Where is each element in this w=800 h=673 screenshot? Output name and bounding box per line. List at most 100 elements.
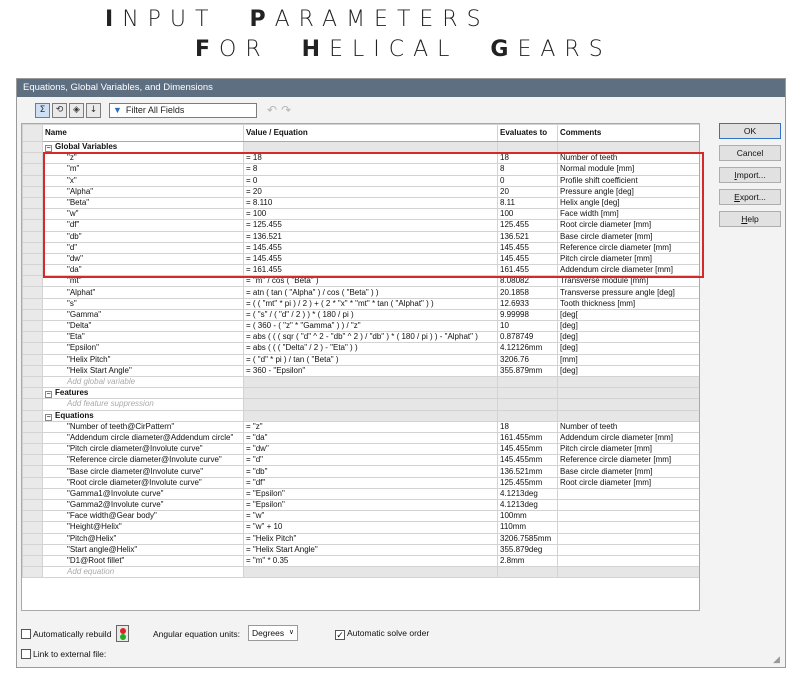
table-row[interactable]: "Alphat" = atn ( tan ( "Alpha" ) / cos ( … — [22, 286, 699, 299]
variable-name[interactable]: "Height@Helix" — [42, 521, 244, 534]
comment[interactable]: Number of teeth — [557, 152, 699, 165]
table-row[interactable]: "mt" = "m" / cos ( "Beta" ) 8.08082 Transve… — [22, 275, 699, 288]
comment[interactable]: Transverse pressure angle [deg] — [557, 286, 699, 299]
variable-name[interactable]: "d" — [42, 241, 244, 254]
variable-name[interactable]: "Alpha" — [42, 185, 244, 198]
comment[interactable]: [deg] — [557, 342, 699, 355]
table-row[interactable]: "Eta" = abs ( ( ( sqr ( "d" ^ 2 - "db" ^ … — [22, 331, 699, 344]
row-selector[interactable] — [22, 196, 43, 210]
variable-name[interactable]: "da" — [42, 264, 244, 277]
row-selector[interactable] — [22, 443, 43, 456]
ordered-view-icon[interactable]: ↓ — [86, 102, 101, 118]
row-selector[interactable] — [22, 543, 43, 556]
add-placeholder[interactable]: Add equation — [42, 566, 244, 579]
value-equation[interactable]: = 360 - "Epsilon" — [243, 364, 498, 377]
value-equation[interactable]: = "w" — [243, 510, 498, 523]
row-selector[interactable] — [22, 510, 43, 523]
variable-name[interactable]: "Addendum circle diameter@Addendum circl… — [42, 431, 244, 445]
value-equation[interactable]: = abs ( ( ( sqr ( "d" ^ 2 - "db" ^ 2 ) /… — [243, 331, 498, 344]
variable-name[interactable]: "x" — [42, 174, 244, 187]
value-equation[interactable]: = 125.455 — [243, 219, 498, 232]
comment[interactable]: Number of teeth — [557, 420, 699, 433]
row-selector[interactable] — [22, 297, 43, 310]
export-button[interactable]: Export... — [719, 189, 781, 205]
table-row[interactable]: "D1@Root fillet" = "m" * 0.35 2.8mm — [22, 554, 699, 568]
table-row[interactable]: "Helix Start Angle" = 360 - "Epsilon" 355.… — [22, 364, 699, 377]
comment[interactable]: [deg] — [557, 364, 699, 377]
row-selector[interactable] — [22, 353, 43, 366]
ok-button[interactable]: OK — [719, 123, 781, 139]
variable-name[interactable]: "Epsilon" — [42, 342, 244, 355]
value-equation[interactable]: = 145.455 — [243, 241, 498, 254]
variable-name[interactable]: "Pitch circle diameter@Involute curve" — [42, 443, 244, 456]
value-equation[interactable]: = 18 — [243, 152, 498, 165]
header-comments[interactable]: Comments — [557, 124, 699, 142]
variable-name[interactable]: "Gamma" — [42, 308, 244, 322]
value-equation[interactable]: = 136.521 — [243, 230, 498, 243]
variable-name[interactable]: "s" — [42, 297, 244, 310]
variable-name[interactable]: "mt" — [42, 275, 244, 288]
variable-name[interactable]: "Delta" — [42, 319, 244, 333]
row-selector[interactable] — [22, 532, 43, 545]
row-selector[interactable] — [22, 331, 43, 344]
add-row[interactable]: Add global variable — [22, 375, 699, 389]
comment[interactable] — [557, 510, 699, 523]
filter-field[interactable]: ▼ Filter All Fields — [109, 102, 257, 118]
link-external-option[interactable]: Link to external file: — [21, 649, 106, 659]
variable-name[interactable]: "Number of teeth@CirPattern" — [42, 420, 244, 433]
variable-name[interactable]: "Alphat" — [42, 286, 244, 299]
table-row[interactable]: "Pitch@Helix" = "Helix Pitch" 3206.7585mm — [22, 532, 699, 545]
section-row-equations[interactable]: − Equations — [22, 409, 699, 422]
comment[interactable]: Base circle diameter [mm] — [557, 230, 699, 243]
add-row[interactable]: Add feature suppression — [22, 398, 699, 411]
value-equation[interactable]: = "db" — [243, 465, 498, 478]
collapse-icon[interactable]: − — [45, 413, 52, 421]
variable-name[interactable]: "db" — [42, 230, 244, 243]
comment[interactable]: Transverse module [mm] — [557, 275, 699, 288]
header-name[interactable]: Name — [42, 124, 244, 142]
row-selector[interactable] — [22, 264, 43, 277]
auto-solve-option[interactable]: ✓ Automatic solve order — [335, 628, 429, 640]
table-row[interactable]: "Gamma1@Involute curve" = "Epsilon" 4.1213… — [22, 487, 699, 501]
value-equation[interactable]: = ( "d" * pi ) / tan ( "Beta" ) — [243, 353, 498, 366]
comment[interactable]: Reference circle diameter [mm] — [557, 241, 699, 254]
value-equation[interactable]: = ( ( "mt" * pi ) / 2 ) + ( 2 * "x" * "m… — [243, 297, 498, 310]
auto-rebuild-option[interactable]: Automatically rebuild — [21, 629, 111, 639]
table-row[interactable]: "s" = ( ( "mt" * pi ) / 2 ) + ( 2 * "x" *… — [22, 297, 699, 310]
row-selector[interactable] — [22, 174, 43, 187]
auto-solve-checkbox[interactable]: ✓ — [335, 630, 345, 640]
comment[interactable]: Profile shift coefficient — [557, 174, 699, 187]
equation-view-icon[interactable]: Σ — [35, 102, 50, 118]
add-placeholder[interactable]: Add global variable — [42, 375, 244, 389]
comment[interactable]: Face width [mm] — [557, 208, 699, 221]
variable-name[interactable]: "Helix Start Angle" — [42, 364, 244, 377]
row-selector[interactable] — [22, 431, 43, 445]
value-equation[interactable]: = 100 — [243, 208, 498, 221]
comment[interactable]: Reference circle diameter [mm] — [557, 454, 699, 467]
variable-name[interactable]: "Gamma1@Involute curve" — [42, 487, 244, 501]
comment[interactable]: [deg] — [557, 331, 699, 344]
table-row[interactable]: "Face width@Gear body" = "w" 100mm — [22, 510, 699, 523]
row-selector[interactable] — [22, 498, 43, 512]
variable-name[interactable]: "dw" — [42, 252, 244, 266]
comment[interactable]: Addendum circle diameter [mm] — [557, 431, 699, 445]
header-evaluates[interactable]: Evaluates to — [497, 124, 558, 142]
value-equation[interactable]: = atn ( tan ( "Alpha" ) / cos ( "Beta" )… — [243, 286, 498, 299]
row-selector[interactable] — [22, 342, 43, 355]
row-selector[interactable] — [22, 185, 43, 198]
value-equation[interactable]: = "w" + 10 — [243, 521, 498, 534]
table-row[interactable]: "Height@Helix" = "w" + 10 110mm — [22, 521, 699, 534]
value-equation[interactable]: = "Helix Pitch" — [243, 532, 498, 545]
row-selector[interactable] — [22, 487, 43, 501]
row-selector[interactable] — [22, 465, 43, 478]
comment[interactable] — [557, 498, 699, 512]
dimension-view-icon[interactable]: ◈ — [69, 102, 84, 118]
row-selector[interactable] — [22, 454, 43, 467]
table-row[interactable]: "Reference circle diameter@Involute curv… — [22, 454, 699, 467]
section-title[interactable]: − Features — [42, 387, 244, 400]
comment[interactable] — [557, 532, 699, 545]
link-external-checkbox[interactable] — [21, 649, 31, 659]
row-selector[interactable] — [22, 476, 43, 489]
variable-name[interactable]: "m" — [42, 163, 244, 176]
cancel-button[interactable]: Cancel — [719, 145, 781, 161]
